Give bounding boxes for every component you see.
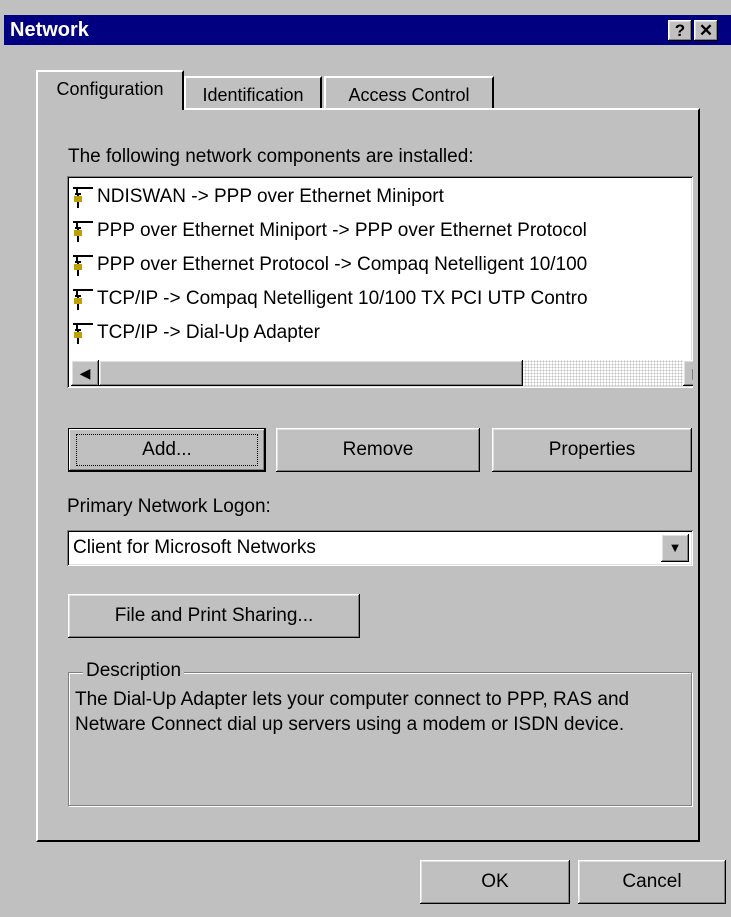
tab-access-control[interactable]: Access Control — [324, 76, 494, 110]
scroll-left-icon[interactable]: ◀ — [71, 360, 99, 386]
focus-rect — [76, 434, 258, 466]
components-heading: The following network components are ins… — [68, 146, 474, 167]
description-group: Description The Dial-Up Adapter lets you… — [68, 660, 692, 806]
list-item[interactable]: PPP over Ethernet Miniport -> PPP over E… — [71, 214, 587, 248]
help-button[interactable]: ? — [668, 20, 692, 41]
properties-button[interactable]: Properties — [492, 428, 692, 472]
title-bar[interactable]: Network ? ✕ — [4, 15, 731, 45]
list-item-label: NDISWAN -> PPP over Ethernet Miniport — [97, 186, 444, 207]
primary-logon-select[interactable]: Client for Microsoft Networks ▼ — [67, 530, 693, 566]
list-item-label: TCP/IP -> Dial-Up Adapter — [97, 322, 320, 343]
logon-value: Client for Microsoft Networks — [73, 537, 316, 558]
components-listbox[interactable]: NDISWAN -> PPP over Ethernet Miniport PP… — [67, 176, 693, 388]
list-item-label: PPP over Ethernet Miniport -> PPP over E… — [97, 220, 587, 241]
chevron-down-icon[interactable]: ▼ — [661, 534, 689, 562]
network-cable-icon — [73, 288, 93, 310]
list-item[interactable]: NDISWAN -> PPP over Ethernet Miniport — [71, 180, 444, 214]
tab-identification[interactable]: Identification — [184, 76, 322, 110]
list-item-label: TCP/IP -> Compaq Netelligent 10/100 TX P… — [97, 288, 588, 309]
network-cable-icon — [73, 322, 93, 344]
remove-button[interactable]: Remove — [276, 428, 480, 472]
logon-label: Primary Network Logon: — [67, 496, 271, 517]
list-item[interactable]: TCP/IP -> Dial-Up Adapter — [71, 316, 320, 350]
file-print-sharing-button[interactable]: File and Print Sharing... — [68, 594, 360, 638]
description-text: The Dial-Up Adapter lets your computer c… — [75, 689, 630, 735]
close-button[interactable]: ✕ — [694, 20, 718, 41]
tab-configuration[interactable]: Configuration — [36, 70, 184, 110]
list-item[interactable]: PPP over Ethernet Protocol -> Compaq Net… — [71, 248, 587, 282]
list-item-label: PPP over Ethernet Protocol -> Compaq Net… — [97, 254, 588, 275]
add-button[interactable]: Add... — [68, 428, 266, 472]
network-dialog: Network ? ✕ Configuration Identification… — [0, 0, 731, 917]
cancel-button[interactable]: Cancel — [578, 860, 726, 904]
network-cable-icon — [73, 186, 93, 208]
description-legend: Description — [83, 660, 185, 682]
network-cable-icon — [73, 254, 93, 276]
horizontal-scroll-thumb[interactable] — [99, 360, 523, 386]
network-cable-icon — [73, 220, 93, 242]
horizontal-scrollbar[interactable]: ◀ ▶ — [71, 360, 693, 386]
window-title: Network — [10, 19, 89, 41]
ok-button[interactable]: OK — [420, 860, 570, 904]
scroll-right-icon[interactable]: ▶ — [683, 360, 693, 386]
list-item[interactable]: TCP/IP -> Compaq Netelligent 10/100 TX P… — [71, 282, 588, 316]
